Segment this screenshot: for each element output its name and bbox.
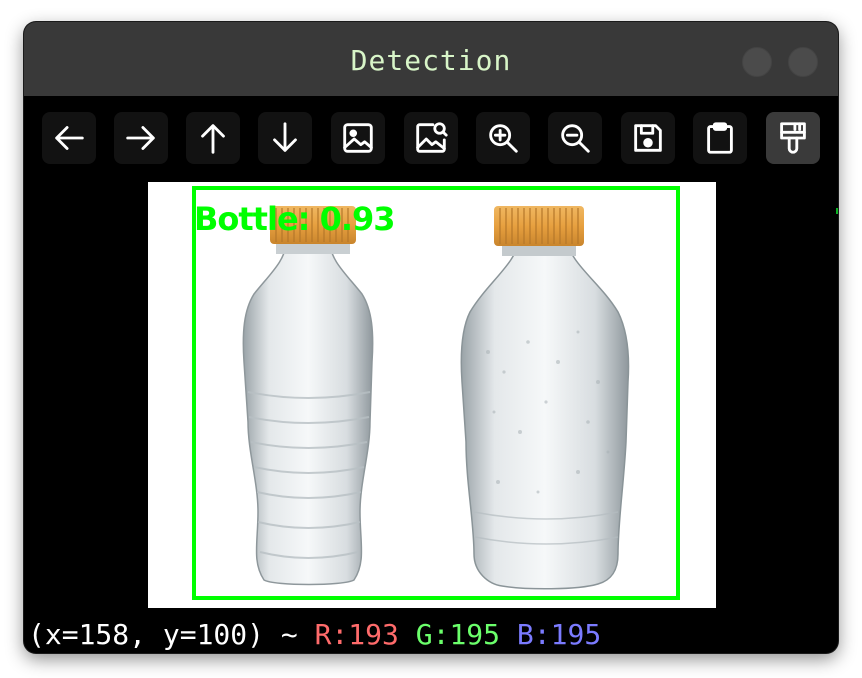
- arrow-right-icon: [126, 126, 155, 150]
- arrow-up-icon: [201, 124, 225, 154]
- cursor-coordinates: (x=158, y=100) ~: [28, 618, 298, 651]
- toolbar: [24, 96, 838, 186]
- detection-bounding-box: [192, 186, 680, 600]
- image-icon: [343, 123, 373, 153]
- edge-artifact: [836, 208, 838, 214]
- save-button[interactable]: [621, 112, 675, 164]
- zoom-in-icon: [489, 124, 518, 153]
- image-canvas[interactable]: Bottle: 0.93: [148, 182, 716, 608]
- up-button[interactable]: [186, 112, 240, 164]
- green-value: G:195: [415, 618, 501, 651]
- red-value: R:193: [314, 618, 399, 651]
- clipboard-icon: [707, 122, 733, 154]
- arrow-left-icon: [55, 126, 84, 150]
- image-search-button[interactable]: [404, 112, 458, 164]
- title-bar[interactable]: Detection: [24, 22, 838, 97]
- copy-to-clipboard-button[interactable]: [693, 112, 747, 164]
- zoom-in-button[interactable]: [476, 112, 530, 164]
- zoom-out-icon: [561, 124, 590, 153]
- zoom-out-button[interactable]: [548, 112, 602, 164]
- paint-brush-icon: [780, 122, 806, 154]
- detection-window: Detection Bottle: 0.93 (x=158, y=100) ~ …: [24, 22, 838, 653]
- image-search-icon: [416, 122, 448, 153]
- back-button[interactable]: [42, 112, 96, 164]
- forward-button[interactable]: [114, 112, 168, 164]
- options-button[interactable]: [766, 112, 820, 164]
- down-button[interactable]: [258, 112, 312, 164]
- open-image-button[interactable]: [331, 112, 385, 164]
- detection-label: Bottle: 0.93: [194, 200, 396, 238]
- arrow-down-icon: [273, 122, 297, 152]
- close-button[interactable]: [788, 47, 818, 77]
- minimize-button[interactable]: [742, 47, 772, 77]
- save-icon: [634, 124, 662, 152]
- window-title: Detection: [350, 44, 512, 77]
- blue-value: B:195: [516, 618, 602, 651]
- status-bar: (x=158, y=100) ~ R:193 G:195 B:195: [28, 618, 601, 652]
